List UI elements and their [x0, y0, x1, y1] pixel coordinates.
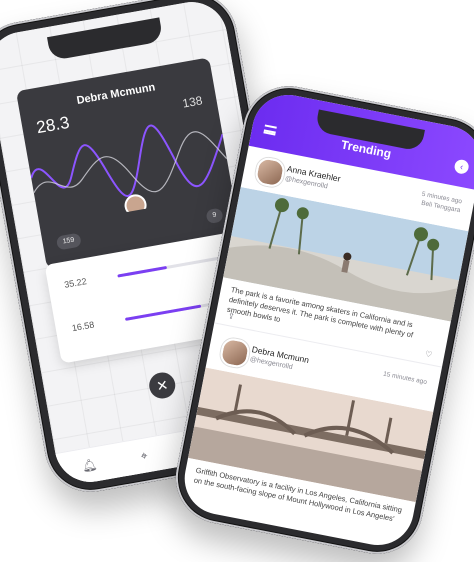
location-pin-icon[interactable]: ⌖ — [136, 448, 152, 464]
row-1-value: 35.22 — [63, 276, 88, 290]
row-1-bar — [117, 255, 227, 278]
row-1-bar-fill — [117, 266, 167, 278]
avatar-marker — [124, 194, 147, 217]
pill-left[interactable]: 159 — [55, 232, 82, 251]
avatar[interactable] — [253, 155, 287, 189]
post-time-text: 15 minutes ago — [382, 370, 428, 386]
bell-icon[interactable]: 🔔︎ — [81, 457, 98, 473]
pill-right[interactable]: 9 — [205, 207, 224, 225]
close-icon: ✕ — [155, 376, 170, 395]
row-2-bar-fill — [124, 304, 202, 321]
row-2-value: 16.58 — [71, 319, 95, 334]
share-icon[interactable]: ⇪ — [227, 311, 235, 321]
heart-icon[interactable]: ♡ — [424, 349, 433, 359]
avatar[interactable] — [218, 336, 252, 370]
post-time: 15 minutes ago — [382, 370, 427, 387]
post-time: 5 minutes ago Beli Tenggara — [419, 190, 463, 215]
